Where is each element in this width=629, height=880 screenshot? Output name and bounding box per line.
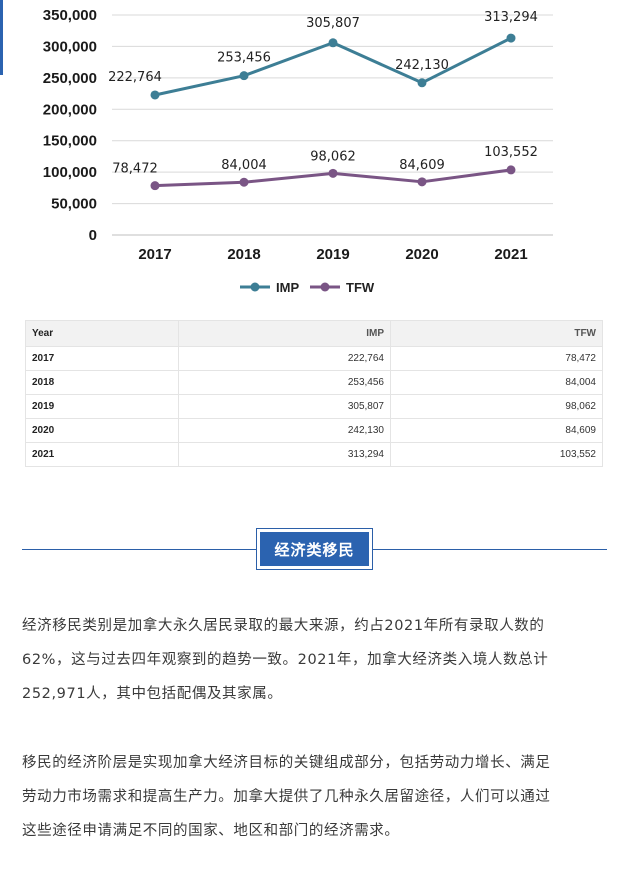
- x-tick-label: 2021: [494, 246, 527, 263]
- paragraph-economic-goals: 移民的经济阶层是实现加拿大经济目标的关键组成部分，包括劳动力增长、满足 劳动力市…: [22, 746, 610, 848]
- data-label: 84,609: [399, 158, 445, 173]
- cell-imp: 222,764: [178, 346, 391, 371]
- y-tick-label: 50,000: [51, 196, 97, 213]
- legend-marker: [250, 282, 260, 292]
- y-tick-label: 150,000: [43, 133, 97, 150]
- legend-label: TFW: [346, 280, 375, 295]
- data-point-imp: [506, 33, 516, 43]
- line-chart: 0 50,000 100,000 150,000 200,000 250,000 300,0…: [43, 7, 553, 295]
- cell-imp: 253,456: [178, 370, 391, 395]
- paragraph-line: 252,971人，其中包括配偶及其家属。: [22, 686, 283, 702]
- table-row: 2020 242,130 84,609: [25, 418, 603, 443]
- header-imp: IMP: [178, 320, 391, 347]
- cell-year: 2019: [25, 394, 179, 419]
- paragraph-line: 这些途径申请满足不同的国家、地区和部门的经济需求。: [22, 823, 400, 839]
- data-label: 253,456: [217, 51, 271, 66]
- section-title: 经济类移民: [260, 532, 369, 566]
- cell-imp: 313,294: [178, 442, 391, 467]
- data-label: 78,472: [112, 162, 158, 177]
- data-label: 305,807: [306, 16, 360, 31]
- paragraph-line: 移民的经济阶层是实现加拿大经济目标的关键组成部分，包括劳动力增长、满足: [22, 755, 551, 771]
- legend-label: IMP: [276, 280, 299, 295]
- paragraph-line: 劳动力市场需求和提高生产力。加拿大提供了几种永久居留途径，人们可以通过: [22, 789, 551, 805]
- paragraph-economic-class: 经济移民类别是加拿大永久居民录取的最大来源，约占2021年所有录取人数的 62%…: [22, 609, 610, 711]
- section-divider-right: [373, 549, 607, 550]
- data-point-imp: [417, 78, 427, 88]
- cell-tfw: 84,609: [390, 418, 603, 443]
- data-point-tfw: [239, 177, 249, 187]
- header-tfw: TFW: [390, 320, 603, 347]
- data-point-tfw: [150, 181, 160, 191]
- table-row: 2019 305,807 98,062: [25, 394, 603, 419]
- data-point-imp: [239, 71, 249, 81]
- cell-tfw: 98,062: [390, 394, 603, 419]
- data-label: 313,294: [484, 10, 538, 25]
- data-label: 103,552: [484, 145, 538, 160]
- paragraph-line: 62%，这与过去四年观察到的趋势一致。2021年，加拿大经济类入境人数总计: [22, 652, 549, 668]
- table-row: 2017 222,764 78,472: [25, 346, 603, 371]
- section-divider-left: [22, 549, 256, 550]
- data-point-tfw: [417, 177, 427, 187]
- data-label: 242,130: [395, 58, 449, 73]
- cell-year: 2018: [25, 370, 179, 395]
- data-label: 84,004: [221, 158, 267, 173]
- cell-tfw: 103,552: [390, 442, 603, 467]
- table-header-row: Year IMP TFW: [25, 320, 603, 347]
- data-point-imp: [328, 38, 338, 48]
- y-tick-label: 250,000: [43, 70, 97, 87]
- y-tick-label: 300,000: [43, 38, 97, 55]
- x-tick-label: 2017: [138, 246, 171, 263]
- data-point-tfw: [506, 165, 516, 175]
- y-tick-label: 100,000: [43, 164, 97, 181]
- y-tick-label: 0: [89, 227, 97, 244]
- cell-tfw: 84,004: [390, 370, 603, 395]
- y-tick-label: 350,000: [43, 7, 97, 24]
- table-row: 2021 313,294 103,552: [25, 442, 603, 467]
- data-point-imp: [150, 90, 160, 100]
- cell-year: 2017: [25, 346, 179, 371]
- data-table: Year IMP TFW 2017 222,764 78,472 2018 25…: [25, 320, 603, 467]
- paragraph-line: 经济移民类别是加拿大永久居民录取的最大来源，约占2021年所有录取人数的: [22, 618, 545, 634]
- y-tick-label: 200,000: [43, 101, 97, 118]
- header-year: Year: [25, 320, 179, 347]
- data-label: 98,062: [310, 149, 356, 164]
- cell-imp: 242,130: [178, 418, 391, 443]
- cell-year: 2020: [25, 418, 179, 443]
- x-tick-label: 2020: [405, 246, 438, 263]
- x-tick-label: 2018: [227, 246, 260, 263]
- cell-year: 2021: [25, 442, 179, 467]
- section-heading-box: 经济类移民: [256, 528, 373, 570]
- cell-tfw: 78,472: [390, 346, 603, 371]
- cell-imp: 305,807: [178, 394, 391, 419]
- table-row: 2018 253,456 84,004: [25, 370, 603, 395]
- legend-marker: [320, 282, 330, 292]
- data-label: 222,764: [108, 70, 162, 85]
- x-tick-label: 2019: [316, 246, 349, 263]
- data-point-tfw: [328, 168, 338, 178]
